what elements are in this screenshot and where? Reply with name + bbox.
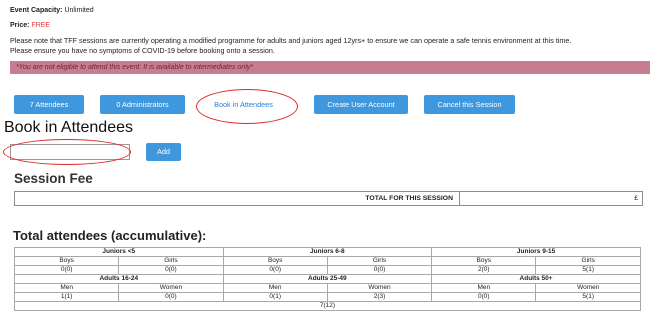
fee-currency: £: [634, 195, 638, 202]
sub-header: Women: [326, 283, 433, 293]
sub-header: Men: [431, 283, 537, 293]
table-row: 0(0) 0(0) 0(0) 0(0) 2(0) 5(1): [13, 265, 641, 275]
cancel-session-button[interactable]: Cancel this Session: [424, 95, 515, 114]
price-label: Price:: [10, 22, 30, 29]
group-header: Juniors <5: [14, 247, 224, 257]
sub-header: Men: [13, 283, 120, 293]
administrators-button[interactable]: 0 Administrators: [100, 95, 185, 114]
sub-header: Boys: [431, 256, 537, 266]
event-capacity: Event Capacity: Unlimited: [10, 6, 650, 15]
table-row: Adults 16-24 Adults 25-49 Adults 50+: [14, 274, 641, 284]
fee-total-label: TOTAL FOR THIS SESSION: [365, 195, 453, 202]
event-details: Event Capacity: Unlimited Price: FREE Pl…: [10, 6, 650, 74]
group-header: Adults 25-49: [222, 274, 433, 284]
count-cell: 1(1): [13, 292, 120, 302]
add-button[interactable]: Add: [146, 143, 181, 161]
count-cell: 0(0): [118, 292, 224, 302]
count-cell: 0(0): [222, 265, 328, 275]
fee-total-label-cell: TOTAL FOR THIS SESSION: [15, 192, 460, 205]
event-price: Price: FREE: [10, 21, 650, 30]
total-attendees-heading: Total attendees (accumulative):: [13, 228, 207, 243]
sub-header: Men: [222, 283, 328, 293]
count-cell: 0(0): [13, 265, 120, 275]
count-cell: 0(1): [222, 292, 328, 302]
attendees-button[interactable]: 7 Attendees: [14, 95, 84, 114]
sub-header: Women: [535, 283, 641, 293]
sub-header: Boys: [13, 256, 120, 266]
session-fee-table: TOTAL FOR THIS SESSION £: [14, 191, 643, 206]
table-row: 7(12): [14, 301, 641, 311]
highlight-circle-input: [3, 139, 131, 165]
total-count-cell: 7(12): [14, 301, 641, 311]
count-cell: 0(0): [431, 292, 537, 302]
group-header: Adults 16-24: [14, 274, 224, 284]
session-fee-heading: Session Fee: [14, 171, 93, 186]
book-in-heading: Book in Attendees: [4, 119, 133, 136]
highlight-circle-book-in: [196, 89, 298, 124]
count-cell: 0(0): [326, 265, 433, 275]
notice-text-1: Please note that TFF sessions are curren…: [10, 36, 572, 45]
sub-header: Girls: [118, 256, 224, 266]
capacity-label: Event Capacity:: [10, 7, 63, 14]
count-cell: 0(0): [118, 265, 224, 275]
table-row: Boys Girls Boys Girls Boys Girls: [13, 256, 641, 266]
group-header: Juniors 9-15: [431, 247, 641, 257]
sub-header: Boys: [222, 256, 328, 266]
group-header: Adults 50+: [431, 274, 641, 284]
table-row: Juniors <5 Juniors 6-8 Juniors 9-15: [14, 247, 641, 257]
count-cell: 2(3): [326, 292, 433, 302]
sub-header: Girls: [535, 256, 641, 266]
table-row: Men Women Men Women Men Women: [13, 283, 641, 293]
count-cell: 5(1): [535, 265, 641, 275]
eligibility-alert: *You are not eligible to attend this eve…: [10, 61, 650, 74]
attendees-table: Juniors <5 Juniors 6-8 Juniors 9-15 Boys…: [13, 247, 641, 311]
price-value: FREE: [31, 22, 51, 29]
sub-header: Girls: [326, 256, 433, 266]
table-row: 1(1) 0(0) 0(1) 2(3) 0(0) 5(1): [13, 292, 641, 302]
create-user-account-button[interactable]: Create User Account: [314, 95, 408, 114]
count-cell: 5(1): [535, 292, 641, 302]
count-cell: 2(0): [431, 265, 537, 275]
notice-text-2: Please ensure you have no symptoms of CO…: [10, 46, 275, 55]
capacity-value: Unlimited: [64, 7, 94, 14]
sub-header: Women: [118, 283, 224, 293]
group-header: Juniors 6-8: [222, 247, 433, 257]
